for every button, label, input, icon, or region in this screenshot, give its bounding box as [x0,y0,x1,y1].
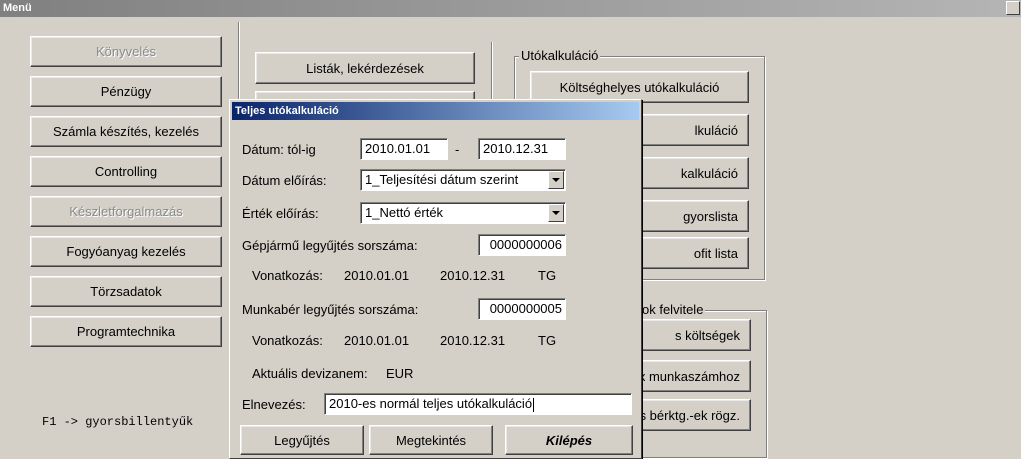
menu-fogyoanyag-button[interactable]: Fogyóanyag kezelés [30,236,222,267]
menu-szamla-button[interactable]: Számla készítés, kezelés [30,116,222,147]
teljes-utokalkulacio-dialog: Teljes utókalkuláció Dátum: tól-ig 2010.… [229,99,642,459]
chevron-down-icon[interactable] [548,204,564,222]
date-rule-label: Dátum előírás: [242,173,327,188]
dialog-title-bar: Teljes utókalkuláció [232,102,639,120]
window-control-button[interactable] [1006,1,1020,15]
exit-button[interactable]: Kilépés [505,425,633,455]
shortcut-hint: F1 -> gyorsbillentyűk [42,415,194,429]
menu-keszlet-button[interactable]: Készletforgalmazás [30,196,222,227]
vehicle-ref-code: TG [538,268,557,283]
collect-button[interactable]: Legyűjtés [240,425,364,455]
vehicle-collection-input[interactable]: 0000000006 [478,234,566,256]
name-label: Elnevezés: [242,397,306,412]
menu-konyveles-button[interactable]: Könyvelés [30,36,222,67]
dialog-title: Teljes utókalkuláció [235,105,339,117]
window-title: Menü [3,2,32,14]
date-from-input[interactable]: 2010.01.01 [360,138,448,160]
value-rule-select[interactable]: 1_Nettó érték [360,202,566,224]
utokalkulacio-group-label: Utókalkuláció [519,48,601,63]
window-title-bar: Menü [0,0,1021,17]
date-rule-value: 1_Teljesítési dátum szerint [365,172,519,187]
text-cursor [533,397,535,412]
view-button[interactable]: Megtekintés [369,425,493,455]
value-rule-label: Érték előírás: [242,206,319,221]
currency-label: Aktuális devizanem: [252,366,368,381]
wage-ref-code: TG [538,333,557,348]
date-separator: - [455,142,460,157]
chevron-down-icon[interactable] [548,171,564,189]
vehicle-collection-label: Gépjármű legyűjtés sorszáma: [242,238,418,253]
vehicle-ref-to: 2010.12.31 [440,268,506,283]
menu-controlling-button[interactable]: Controlling [30,156,222,187]
lists-queries-button[interactable]: Listák, lekérdezések [255,52,475,84]
wage-ref-from: 2010.01.01 [344,333,410,348]
wage-ref-to: 2010.12.31 [440,333,506,348]
vehicle-ref-from: 2010.01.01 [344,268,410,283]
wage-collection-input[interactable]: 0000000005 [478,298,566,320]
felvitele-group-label: ok felvitele [640,302,706,317]
date-to-input[interactable]: 2010.12.31 [478,138,566,160]
vehicle-ref-label: Vonatkozás: [252,268,323,283]
name-input[interactable]: 2010-es normál teljes utókalkuláció [324,393,632,415]
date-rule-select[interactable]: 1_Teljesítési dátum szerint [360,169,566,191]
menu-programtechnika-button[interactable]: Programtechnika [30,316,222,347]
name-input-value: 2010-es normál teljes utókalkuláció [329,396,533,411]
value-rule-value: 1_Nettó érték [365,205,444,220]
menu-torzsadatok-button[interactable]: Törzsadatok [30,276,222,307]
date-range-label: Dátum: tól-ig [242,142,316,157]
wage-collection-label: Munkabér legyűjtés sorszáma: [242,302,419,317]
wage-ref-label: Vonatkozás: [252,333,323,348]
menu-penzugy-button[interactable]: Pénzügy [30,76,222,107]
currency-value: EUR [386,366,414,381]
